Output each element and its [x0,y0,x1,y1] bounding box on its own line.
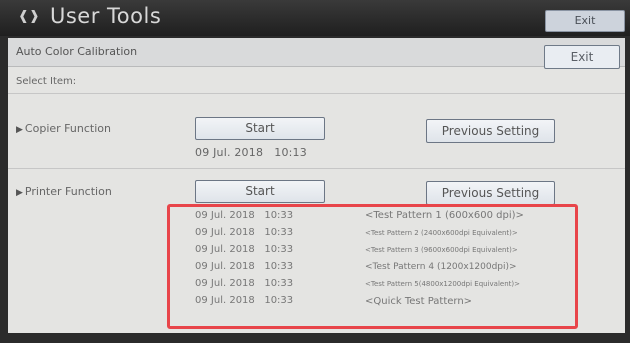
log-pattern: <Test Pattern 4 (1200x1200dpi)> [365,262,517,272]
log-pattern: <Test Pattern 5(4800x1200dpi Equivalent)… [365,280,521,288]
divider [8,168,625,169]
back-arrow-icon[interactable]: ❰❱ [18,9,44,25]
copier-function-label: ▶ Copier Function [16,122,111,135]
copier-previous-setting-button[interactable]: Previous Setting [426,119,555,143]
arrow-icon: ▶ [16,188,23,198]
log-row: 09 Jul. 2018 10:33 [195,295,293,306]
bottom-bezel [0,333,630,343]
select-item-label: Select Item: [16,76,77,87]
log-date: 09 Jul. 2018 [195,210,255,221]
printer-previous-setting-button[interactable]: Previous Setting [426,181,555,205]
log-date: 09 Jul. 2018 [195,227,255,238]
log-date: 09 Jul. 2018 [195,261,255,272]
log-pattern: <Test Pattern 2 (2400x600dpi Equivalent)… [365,229,518,237]
log-date: 09 Jul. 2018 [195,295,255,306]
log-date: 09 Jul. 2018 [195,244,255,255]
log-time: 10:33 [264,244,294,255]
arrow-icon: ▶ [16,125,23,135]
log-pattern: <Quick Test Pattern> [365,296,473,307]
log-pattern: <Test Pattern 3 (9600x600dpi Equivalent)… [365,246,518,254]
top-exit-button[interactable]: Exit [545,10,625,32]
screen-title: Auto Color Calibration [16,45,138,58]
log-row: 09 Jul. 2018 10:33 [195,227,293,238]
title-bar: ❰❱ User Tools Exit [0,0,630,36]
log-row: 09 Jul. 2018 10:33 [195,261,293,272]
log-pattern: <Test Pattern 1 (600x600 dpi)> [365,210,524,221]
log-date: 09 Jul. 2018 [195,278,255,289]
copier-date-value: 09 Jul. 2018 [195,146,264,159]
printer-start-button[interactable]: Start [195,180,325,203]
app-title: User Tools [50,4,162,28]
printer-function-label: ▶ Printer Function [16,185,112,198]
log-time: 10:33 [264,227,294,238]
log-time: 10:33 [264,278,294,289]
exit-button[interactable]: Exit [544,45,620,69]
copier-start-button[interactable]: Start [195,117,325,140]
log-row: 09 Jul. 2018 10:33 [195,244,293,255]
copier-time-value: 10:13 [274,146,307,159]
copier-date: 09 Jul. 2018 10:13 [195,146,307,159]
log-time: 10:33 [264,261,294,272]
screen-header: Auto Color Calibration Exit [8,38,625,69]
log-row: 09 Jul. 2018 10:33 [195,210,293,221]
printer-label-text: Printer Function [24,185,112,198]
copier-label-text: Copier Function [24,122,111,135]
log-time: 10:33 [264,210,294,221]
divider [8,93,625,94]
log-row: 09 Jul. 2018 10:33 [195,278,293,289]
log-time: 10:33 [264,295,294,306]
